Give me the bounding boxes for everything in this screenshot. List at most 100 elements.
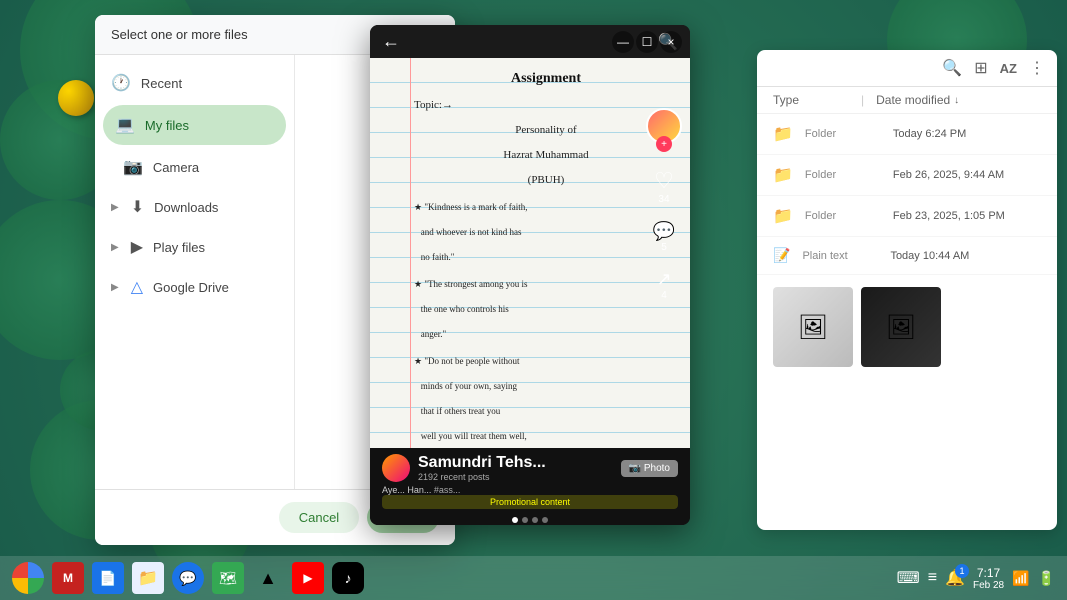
follow-badge[interactable]: + [656, 136, 672, 152]
sort-arrow-icon[interactable]: ↓ [954, 95, 959, 106]
phone-actions: + ♡ 34 💬 5 ↗ 4 [646, 108, 682, 301]
overlay-name-3: #ass... [434, 485, 461, 495]
file-date: Today 10:44 AM [890, 250, 1041, 262]
share-action[interactable]: ↗ 4 [656, 269, 671, 301]
promo-label: Promotional content [382, 495, 678, 509]
file-type: Folder [805, 169, 885, 181]
like-action[interactable]: ♡ 34 [654, 168, 674, 205]
file-type: Folder [805, 128, 885, 140]
taskbar-icon-files[interactable]: 📁 [132, 562, 164, 594]
dot-indicators [382, 513, 678, 525]
assignment-image: Assignment Topic:→ Personality ofHazrat … [370, 58, 690, 448]
profile-container: + [646, 108, 682, 152]
quote-3: ★ "Do not be people without minds of you… [414, 349, 678, 448]
sidebar-item-label: Recent [141, 76, 182, 91]
taskbar: M 📄 📁 💬 🗺 ▲ ▶ ♪ ⌨ ≡ 🔔 1 7:17 Feb 28 📶 🔋 [0, 556, 1067, 600]
expand-icon: ▶ [111, 282, 119, 293]
back-button[interactable]: ← [382, 31, 400, 52]
taskbar-icon-tiktok[interactable]: ♪ [332, 562, 364, 594]
expand-icon: ▶ [111, 202, 119, 213]
more-options-icon[interactable]: ⋮ [1029, 58, 1045, 78]
sidebar-item-my-files[interactable]: 💻 My files [103, 105, 286, 145]
sidebar-item-play-files[interactable]: ▶ ▶ Play files [95, 227, 294, 267]
sidebar-item-label: Google Drive [153, 280, 229, 295]
column-divider: | [861, 93, 864, 107]
folder-icon: 📁 [773, 206, 793, 226]
taskbar-icon-messages[interactable]: 💬 [172, 562, 204, 594]
sort-icon[interactable]: AZ [1000, 61, 1017, 76]
comment-action[interactable]: 💬 5 [653, 221, 675, 253]
sidebar-item-label: Camera [153, 160, 199, 175]
recent-icon: 🕐 [111, 73, 131, 93]
taskbar-icon-maps[interactable]: 🗺 [212, 562, 244, 594]
date-column-header: Date modified ↓ [876, 93, 1041, 107]
like-count: 34 [654, 194, 674, 205]
date-label: Date modified [876, 93, 950, 107]
taskbar-icon-gmail[interactable]: M [52, 562, 84, 594]
phone-bottom-bar: Samundri Tehs... 2192 recent posts 📷 Pho… [370, 448, 690, 525]
photo-button[interactable]: 📷 Photo [621, 460, 678, 477]
file-picker-sidebar: 🕐 Recent 💻 My files 📷 Camera ▶ ⬇ Downloa… [95, 55, 295, 489]
wifi-icon: 📶 [1012, 570, 1029, 587]
equalizer-icon[interactable]: ≡ [928, 569, 937, 587]
cancel-button[interactable]: Cancel [279, 502, 359, 533]
topic-line: Topic:→ [414, 93, 678, 118]
file-row[interactable]: 📁 Folder Feb 23, 2025, 1:05 PM [757, 196, 1057, 237]
sidebar-item-downloads[interactable]: ▶ ⬇ Downloads [95, 187, 294, 227]
social-media-overlay: × ☐ — ← 🔍 Assignment Topic:→ Personality… [370, 25, 690, 525]
drive-icon: △ [131, 277, 143, 297]
folder-icon: 📁 [773, 124, 793, 144]
maximize-button[interactable]: ☐ [636, 31, 658, 53]
heart-icon: ♡ [654, 168, 674, 194]
taskbar-icon-youtube[interactable]: ▶ [292, 562, 324, 594]
sidebar-item-label: Downloads [154, 200, 218, 215]
taskbar-right: ⌨ ≡ 🔔 1 7:17 Feb 28 📶 🔋 [897, 566, 1055, 591]
file-row[interactable]: 📝 Plain text Today 10:44 AM [757, 237, 1057, 275]
folder-icon: 📁 [773, 165, 793, 185]
files-toolbar: 🔍 ⊞ AZ ⋮ [757, 50, 1057, 87]
comment-icon: 💬 [653, 221, 675, 242]
time-display: 7:17 [977, 566, 1000, 580]
close-button[interactable]: × [660, 31, 682, 53]
file-date: Feb 23, 2025, 1:05 PM [893, 210, 1041, 222]
subject-text: Personality ofHazrat Muhammad(PBUH) [414, 118, 678, 193]
file-picker-title: Select one or more files [111, 27, 248, 42]
assignment-content: Assignment Topic:→ Personality ofHazrat … [382, 66, 678, 448]
taskbar-icon-docs[interactable]: 📄 [92, 562, 124, 594]
minimize-button[interactable]: — [612, 31, 634, 53]
user-row: Samundri Tehs... 2192 recent posts 📷 Pho… [382, 454, 678, 482]
file-row[interactable]: 📁 Folder Feb 26, 2025, 9:44 AM [757, 155, 1057, 196]
image-previews: 🖼 🖼 [757, 275, 1057, 379]
image-preview-2[interactable]: 🖼 [861, 287, 941, 367]
sidebar-item-recent[interactable]: 🕐 Recent [95, 63, 294, 103]
camera-icon: 📷 [123, 157, 143, 177]
quote-2: ★ "The strongest among you is the one wh… [414, 272, 678, 347]
taskbar-icon-chrome[interactable] [12, 562, 44, 594]
user-avatar [382, 454, 410, 482]
share-count: 4 [656, 290, 671, 301]
file-type: Plain text [802, 250, 882, 262]
sidebar-item-label: My files [145, 118, 189, 133]
sidebar-item-camera[interactable]: 📷 Camera [95, 147, 294, 187]
sidebar-item-google-drive[interactable]: ▶ △ Google Drive [95, 267, 294, 307]
file-date: Today 6:24 PM [893, 128, 1041, 140]
battery-icon: 🔋 [1038, 570, 1055, 587]
files-panel: 🔍 ⊞ AZ ⋮ Type | Date modified ↓ 📁 Folder… [757, 50, 1057, 530]
search-tool-icon[interactable]: 🔍 [942, 58, 962, 78]
file-row[interactable]: 📁 Folder Today 6:24 PM [757, 114, 1057, 155]
username: Samundri Tehs... [418, 454, 546, 472]
keyboard-icon[interactable]: ⌨ [897, 568, 920, 588]
dot-4 [542, 517, 548, 523]
image-preview-1[interactable]: 🖼 [773, 287, 853, 367]
taskbar-icon-drive[interactable]: ▲ [252, 562, 284, 594]
file-date: Feb 26, 2025, 9:44 AM [893, 169, 1041, 181]
assignment-title: Assignment [414, 66, 678, 91]
comment-count: 5 [653, 242, 675, 253]
files-header-row: Type | Date modified ↓ [757, 87, 1057, 114]
share-icon: ↗ [656, 269, 671, 290]
coin-decoration [58, 80, 94, 116]
dot-3 [532, 517, 538, 523]
notification-badge: 1 [955, 564, 969, 578]
grid-view-icon[interactable]: ⊞ [974, 58, 987, 78]
overlay-names: Aye... Han... #ass... [382, 485, 678, 495]
